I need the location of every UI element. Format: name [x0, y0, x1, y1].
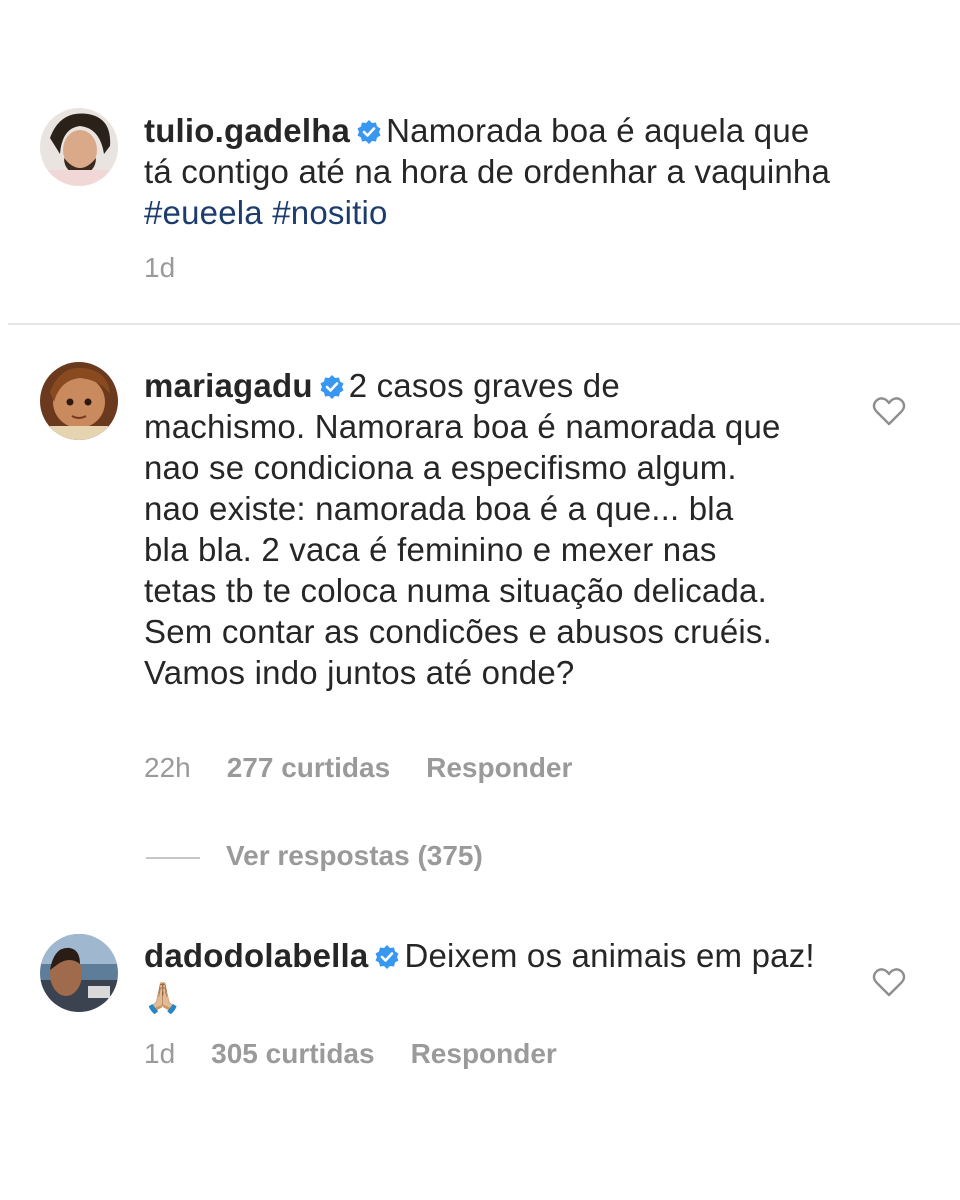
avatar[interactable]: [40, 934, 118, 1012]
timestamp: 22h: [144, 752, 191, 783]
verified-badge-icon: [356, 119, 382, 145]
verified-badge-icon: [374, 944, 400, 970]
comment-text-block: mariagadu 2 casos graves de machismo. Nam…: [144, 365, 784, 693]
timestamp: 1d: [144, 252, 176, 283]
comment-meta: 22h 277 curtidas Responder: [144, 752, 608, 784]
divider: [8, 323, 960, 325]
timestamp: 1d: [144, 1038, 176, 1069]
praying-hands-emoji: 🙏🏼: [144, 982, 182, 1015]
comment-text: Deixem os animais em paz!: [404, 937, 815, 974]
hashtag-link[interactable]: #nositio: [272, 194, 387, 231]
likes-count[interactable]: 305 curtidas: [211, 1038, 374, 1069]
comment-text: 2 casos graves de machismo. Namorara boa…: [144, 367, 781, 691]
avatar[interactable]: [40, 108, 118, 186]
heart-outline-icon[interactable]: [872, 395, 906, 427]
view-replies-button[interactable]: Ver respostas (375): [146, 840, 483, 872]
username[interactable]: mariagadu: [144, 367, 313, 404]
heart-outline-icon[interactable]: [872, 966, 906, 998]
reply-button[interactable]: Responder: [411, 1038, 557, 1069]
replies-divider-line: [146, 856, 200, 859]
username[interactable]: tulio.gadelha: [144, 112, 350, 149]
comment-meta: 1d: [144, 252, 211, 284]
avatar[interactable]: [40, 362, 118, 440]
comment-meta: 1d 305 curtidas Responder: [144, 1038, 593, 1070]
verified-badge-icon: [319, 374, 345, 400]
comment-text-block: tulio.gadelha Namorada boa é aquela que t…: [144, 110, 844, 233]
likes-count[interactable]: 277 curtidas: [227, 752, 390, 783]
reply-button[interactable]: Responder: [426, 752, 572, 783]
hashtag-link[interactable]: #eueela: [144, 194, 263, 231]
username[interactable]: dadodolabella: [144, 937, 368, 974]
view-replies-label: Ver respostas (375): [226, 840, 483, 871]
comment-text-block: dadodolabella Deixem os animais em paz! 🙏…: [144, 935, 824, 1019]
